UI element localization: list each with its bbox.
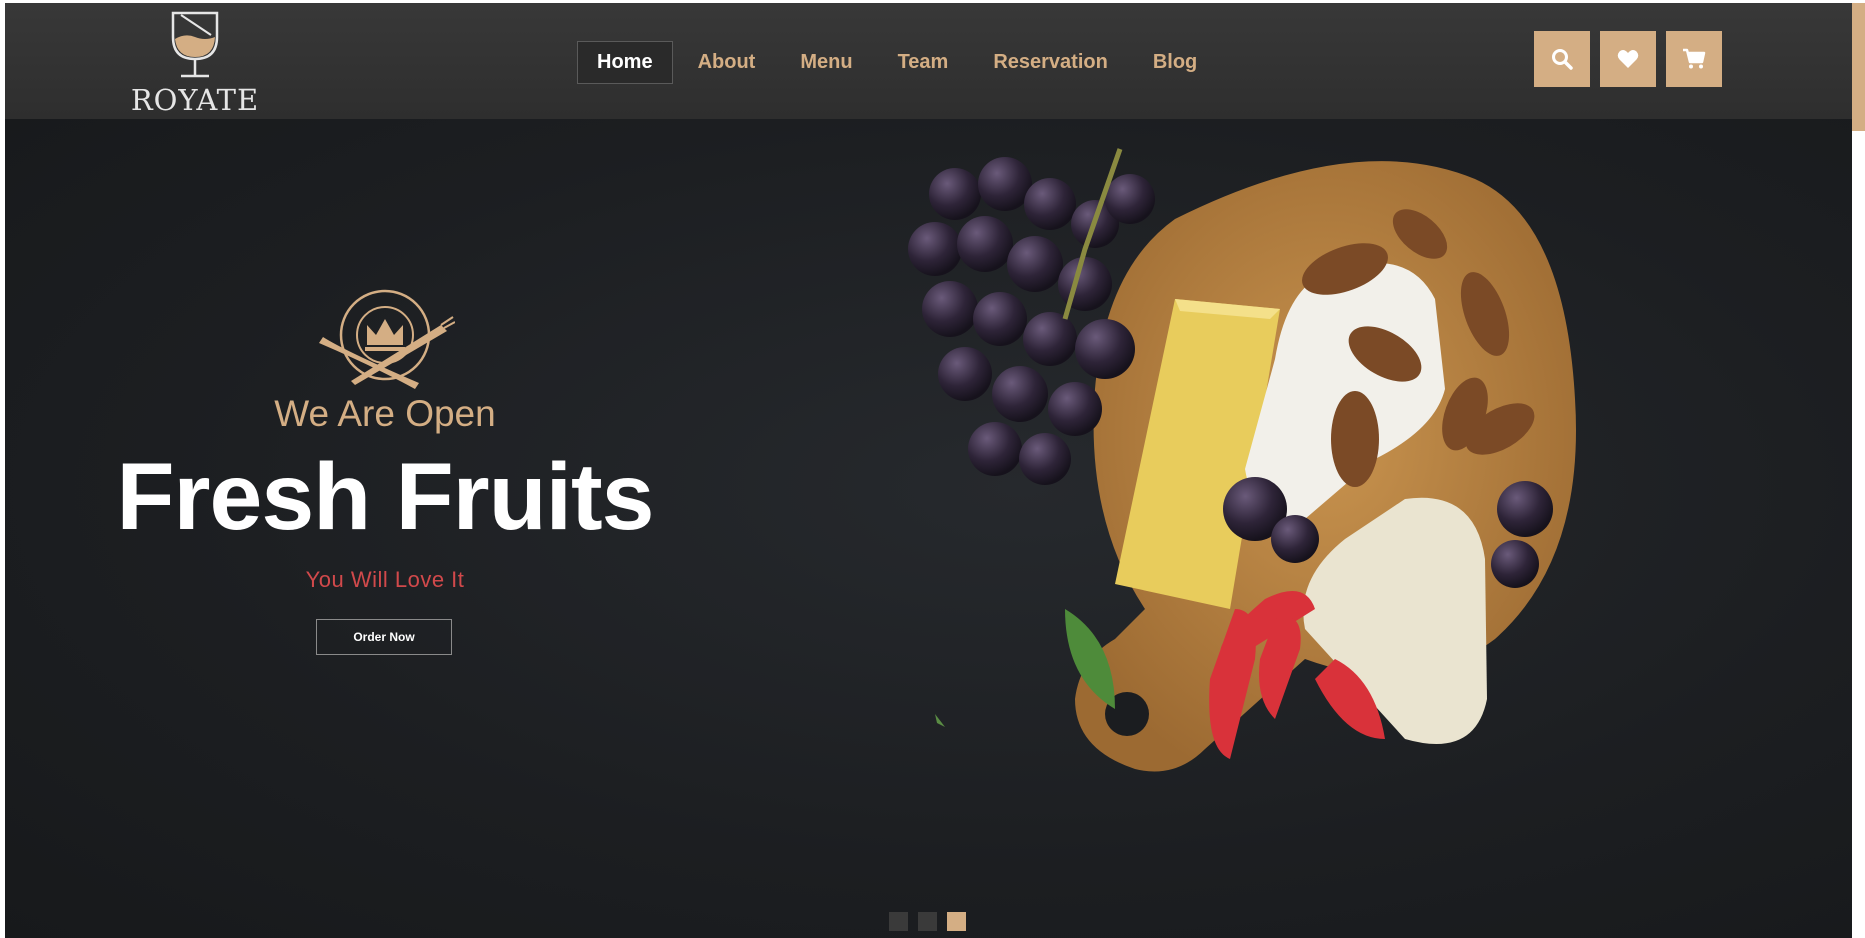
heart-icon bbox=[1617, 50, 1639, 68]
nav-item-team[interactable]: Team bbox=[878, 41, 969, 84]
order-now-button[interactable]: Order Now bbox=[316, 619, 452, 655]
nav-item-about[interactable]: About bbox=[678, 41, 776, 84]
cart-icon bbox=[1683, 48, 1706, 69]
page-frame: ROYATE Home About Menu Team Reservation … bbox=[5, 3, 1852, 938]
slider-dot-3[interactable] bbox=[947, 912, 966, 931]
wishlist-button[interactable] bbox=[1600, 31, 1656, 87]
nav-item-home[interactable]: Home bbox=[577, 41, 673, 84]
nav-item-reservation[interactable]: Reservation bbox=[973, 41, 1128, 84]
hero-banner: We Are Open Fresh Fruits You Will Love I… bbox=[5, 119, 1852, 938]
hero-headline: Fresh Fruits bbox=[116, 444, 655, 550]
logo-text: ROYATE bbox=[130, 83, 260, 117]
hero-tagline: We Are Open bbox=[274, 393, 496, 434]
crown-cutlery-icon bbox=[319, 289, 455, 389]
nav-item-blog[interactable]: Blog bbox=[1133, 41, 1217, 84]
cheese-board-image bbox=[908, 148, 1576, 772]
slider-dot-2[interactable] bbox=[918, 912, 937, 931]
site-header: ROYATE Home About Menu Team Reservation … bbox=[5, 3, 1852, 119]
cart-button[interactable] bbox=[1666, 31, 1722, 87]
wine-glass-icon bbox=[171, 11, 219, 78]
search-icon bbox=[1552, 49, 1573, 70]
scrollbar-thumb[interactable] bbox=[1852, 3, 1865, 131]
slider-dots bbox=[889, 912, 976, 931]
slider-dot-1[interactable] bbox=[889, 912, 908, 931]
main-nav: Home About Menu Team Reservation Blog bbox=[577, 41, 1222, 84]
logo[interactable]: ROYATE bbox=[125, 7, 265, 117]
hero-subline: You Will Love It bbox=[305, 567, 465, 592]
nav-item-menu[interactable]: Menu bbox=[780, 41, 872, 84]
search-button[interactable] bbox=[1534, 31, 1590, 87]
